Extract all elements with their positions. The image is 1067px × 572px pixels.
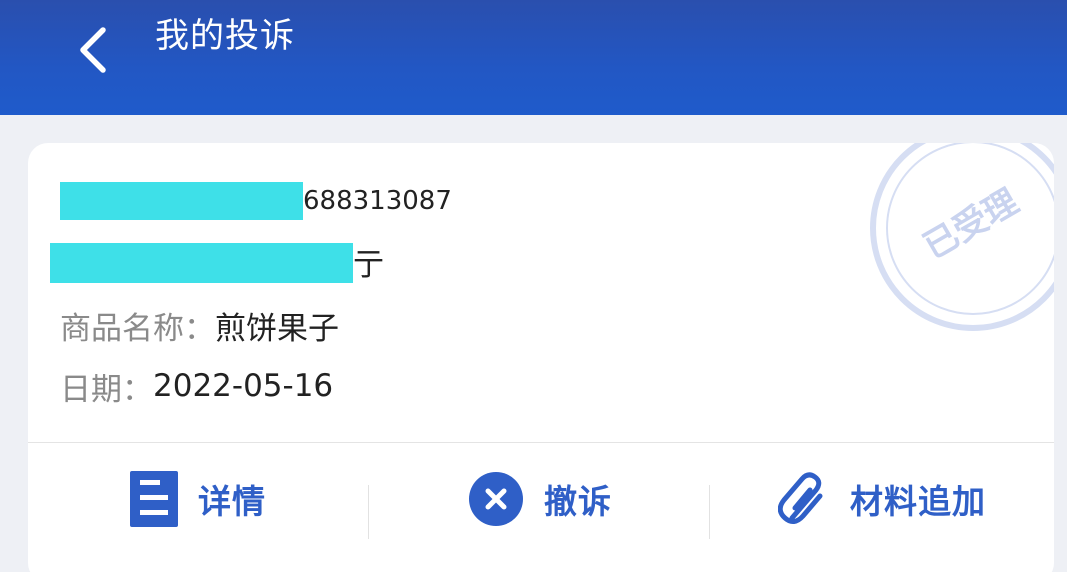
vertical-divider xyxy=(709,485,710,539)
app-header: 我的投诉 xyxy=(0,0,1067,115)
add-material-button[interactable]: 材料追加 xyxy=(778,469,986,529)
redaction-block xyxy=(60,182,303,220)
page-title: 我的投诉 xyxy=(155,16,295,56)
product-value: 煎饼果子 xyxy=(215,310,339,347)
back-button[interactable] xyxy=(70,22,120,78)
vertical-divider xyxy=(368,485,369,539)
redaction-block xyxy=(50,243,353,283)
product-row: 商品名称： 煎饼果子 xyxy=(60,303,339,347)
merchant-row: 亍 xyxy=(50,239,384,283)
product-label: 商品名称： xyxy=(60,310,215,347)
detail-label: 详情 xyxy=(198,482,266,521)
add-material-label: 材料追加 xyxy=(850,482,986,521)
date-label: 日期： xyxy=(60,371,153,408)
chevron-left-icon xyxy=(80,27,106,73)
complaint-id-value: 688313087 xyxy=(303,186,452,216)
document-icon xyxy=(130,471,178,527)
withdraw-label: 撤诉 xyxy=(544,482,612,521)
complaint-card[interactable]: 已受理 688313087 亍 商品名称： 煎饼果子 日期： 2022-05-1… xyxy=(28,143,1054,572)
detail-button[interactable]: 详情 xyxy=(130,469,266,529)
date-value: 2022-05-16 xyxy=(153,368,334,404)
accepted-stamp: 已受理 xyxy=(870,143,1054,331)
withdraw-button[interactable]: 撤诉 xyxy=(468,469,612,529)
merchant-value: 亍 xyxy=(353,246,384,283)
paperclip-icon xyxy=(778,472,823,524)
stamp-text: 已受理 xyxy=(917,182,1025,268)
action-bar: 详情 撤诉 材料追加 xyxy=(28,443,1054,563)
close-circle-icon xyxy=(469,472,523,526)
complaint-id-row: 688313087 xyxy=(60,179,452,223)
date-row: 日期： 2022-05-16 xyxy=(60,364,333,408)
